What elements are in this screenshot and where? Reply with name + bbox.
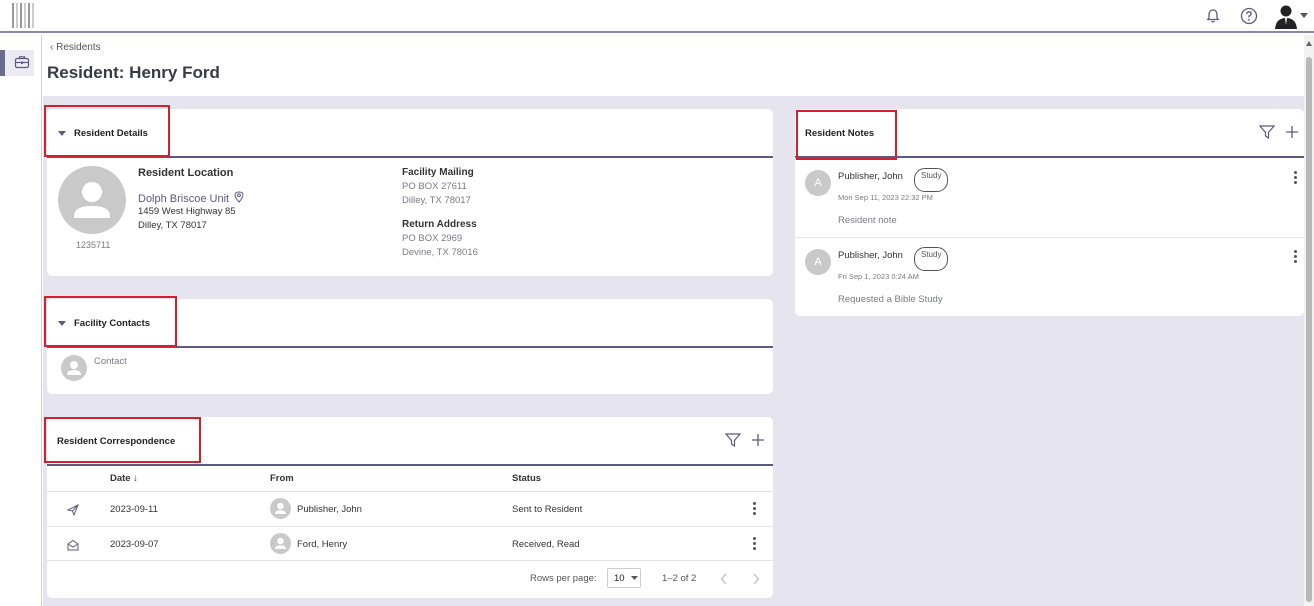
row-from: Ford, Henry	[297, 539, 348, 550]
mailing-line-1: PO BOX 27611	[402, 181, 467, 192]
resident-location-label: Resident Location	[138, 167, 234, 179]
contact-label: Contact	[94, 356, 127, 367]
note-author: Publisher, John	[838, 171, 903, 182]
pagination-range: 1–2 of 2	[662, 573, 697, 584]
sender-avatar	[270, 498, 291, 519]
person-icon	[67, 361, 81, 375]
prev-page-icon[interactable]	[720, 572, 728, 590]
section-title-resident-details[interactable]: Resident Details	[74, 128, 148, 139]
resident-id: 1235711	[76, 240, 111, 250]
column-header-from[interactable]: From	[270, 473, 294, 484]
user-avatar-icon	[1275, 5, 1297, 29]
note-author-avatar: A	[805, 170, 831, 196]
unit-name-link[interactable]: Dolph Briscoe Unit	[138, 193, 229, 205]
rows-per-page-label: Rows per page:	[530, 573, 597, 584]
bell-icon[interactable]	[1202, 5, 1224, 27]
row-menu-icon[interactable]	[752, 502, 756, 515]
section-title-correspondence: Resident Correspondence	[57, 436, 176, 447]
resident-notes-card: Resident Notes A Publisher, John Study M…	[795, 109, 1304, 316]
facility-mailing-label: Facility Mailing	[402, 167, 474, 178]
return-line-1: PO BOX 2969	[402, 233, 463, 244]
note-timestamp: Mon Sep 11, 2023 22:32 PM	[838, 193, 933, 202]
help-icon[interactable]	[1238, 5, 1260, 27]
contact-avatar	[61, 355, 87, 381]
collapse-caret-icon[interactable]	[58, 321, 66, 326]
scroll-up-arrow[interactable]	[1306, 41, 1312, 46]
rows-per-page-select[interactable]: 10	[607, 568, 641, 588]
facility-contacts-card: Facility Contacts Contact	[44, 296, 773, 394]
note-author-avatar: A	[805, 249, 831, 275]
breadcrumb-residents[interactable]: Residents	[56, 42, 100, 53]
table-row[interactable]: 2023-09-07 Ford, Henry Received, Read	[47, 527, 773, 561]
column-header-status[interactable]: Status	[512, 473, 541, 484]
left-nav-rail	[0, 35, 42, 606]
envelope-open-icon	[67, 538, 79, 556]
map-pin-icon[interactable]	[234, 191, 244, 203]
page-scrollbar[interactable]	[1304, 35, 1314, 606]
next-page-icon[interactable]	[752, 572, 760, 590]
unit-link[interactable]: Dolph Briscoe Unit	[138, 189, 244, 207]
chevron-left-icon: ‹	[50, 42, 54, 53]
row-from: Publisher, John	[297, 504, 362, 515]
top-actions	[1202, 3, 1308, 29]
correspondence-card: Resident Correspondence Date ↓ From Stat…	[44, 417, 773, 598]
chevron-down-icon	[630, 575, 638, 580]
return-address-label: Return Address	[402, 219, 477, 230]
column-header-date[interactable]: Date ↓	[110, 473, 138, 484]
resident-avatar	[58, 166, 126, 234]
mailing-line-2: Dilley, TX 78017	[402, 195, 471, 206]
briefcase-icon	[14, 54, 30, 75]
note-item[interactable]: A Publisher, John Study Fri Sep 1, 2023 …	[795, 238, 1304, 316]
breadcrumb[interactable]: ‹ Residents	[50, 42, 101, 53]
scroll-thumb[interactable]	[1306, 57, 1312, 602]
collapse-caret-icon[interactable]	[58, 131, 66, 136]
table-row[interactable]: 2023-09-11 Publisher, John Sent to Resid…	[47, 492, 773, 526]
add-note-icon[interactable]	[1285, 125, 1299, 144]
note-text: Requested a Bible Study	[838, 294, 943, 305]
row-menu-icon[interactable]	[752, 537, 756, 550]
send-icon	[66, 503, 79, 521]
chevron-down-icon	[1300, 13, 1308, 18]
app-logo[interactable]	[12, 3, 34, 28]
filter-icon[interactable]	[1258, 125, 1276, 144]
row-date: 2023-09-11	[110, 504, 158, 515]
person-icon	[275, 537, 286, 549]
row-status: Sent to Resident	[512, 504, 583, 515]
note-tag: Study	[914, 168, 949, 192]
nav-item-residents[interactable]	[0, 50, 42, 76]
note-author: Publisher, John	[838, 250, 903, 261]
filter-icon[interactable]	[724, 433, 742, 452]
person-icon	[74, 182, 110, 218]
section-title-facility-contacts[interactable]: Facility Contacts	[74, 318, 150, 329]
add-correspondence-icon[interactable]	[751, 433, 765, 452]
address-line-2: Dilley, TX 78017	[138, 220, 207, 231]
page-title: Resident: Henry Ford	[47, 63, 220, 82]
top-bar	[0, 0, 1314, 33]
row-status: Received, Read	[512, 539, 580, 550]
note-menu-icon[interactable]	[1293, 171, 1297, 184]
note-text: Resident note	[838, 215, 897, 226]
sort-arrow-down-icon: ↓	[133, 473, 138, 484]
row-date: 2023-09-07	[110, 539, 159, 550]
address-line-1: 1459 West Highway 85	[138, 206, 236, 217]
return-line-2: Devine, TX 78016	[402, 247, 478, 258]
note-timestamp: Fri Sep 1, 2023 0:24 AM	[838, 272, 919, 281]
note-menu-icon[interactable]	[1293, 250, 1297, 263]
sender-avatar	[270, 533, 291, 554]
note-tag: Study	[914, 247, 949, 271]
note-item[interactable]: A Publisher, John Study Mon Sep 11, 2023…	[795, 159, 1304, 237]
person-icon	[275, 502, 286, 514]
user-menu[interactable]	[1274, 3, 1308, 29]
section-title-notes: Resident Notes	[805, 128, 875, 139]
resident-details-card: Resident Details 1235711 Resident Locati…	[44, 105, 773, 276]
